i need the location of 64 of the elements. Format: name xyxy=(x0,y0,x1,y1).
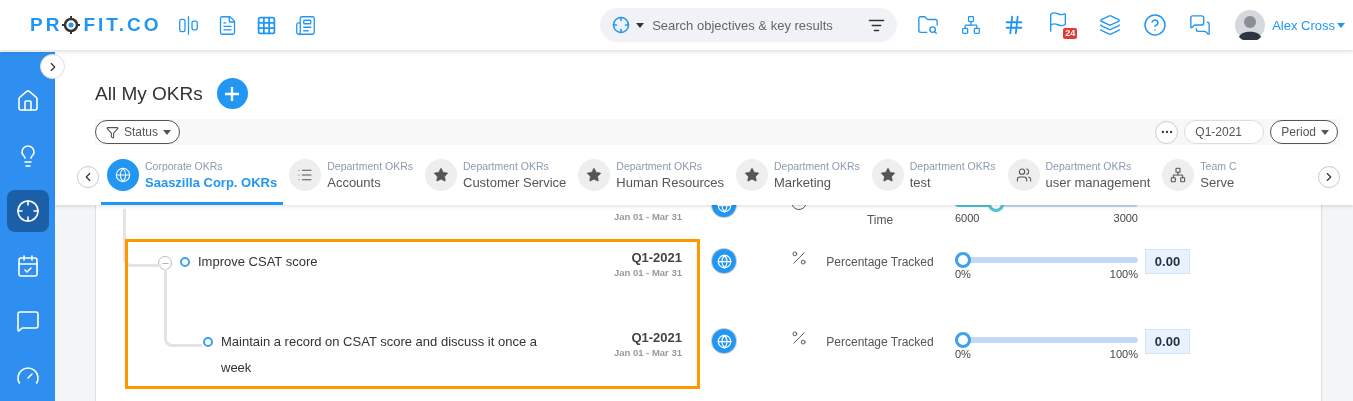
slider-thumb[interactable] xyxy=(955,252,971,268)
folder-search-icon[interactable] xyxy=(917,14,940,36)
progress-value[interactable]: 0.00 xyxy=(1145,329,1190,354)
target-icon[interactable] xyxy=(6,190,49,232)
list-icon xyxy=(289,159,322,191)
period-label: Q1-2021 xyxy=(631,250,682,265)
range-min: 0% xyxy=(955,348,971,360)
range-max: 3000 xyxy=(1113,212,1138,224)
search-field[interactable]: Search objectives & key results xyxy=(600,8,898,42)
user-avatar[interactable] xyxy=(1235,10,1266,40)
globe-icon xyxy=(712,329,736,353)
help-icon[interactable] xyxy=(1143,13,1168,37)
globe-icon xyxy=(107,159,139,191)
okr-tab[interactable]: Department OKRs Customer Service xyxy=(419,148,573,205)
add-button[interactable] xyxy=(216,78,248,109)
progress-slider[interactable] xyxy=(955,252,1138,268)
page-title: All My OKRs xyxy=(95,82,203,105)
range-min: 6000 xyxy=(955,212,980,224)
objective-title[interactable]: Improve CSAT score xyxy=(198,249,528,309)
metric-type: Percentage Tracked xyxy=(825,334,935,349)
date-range: Jan 01 - Mar 31 xyxy=(613,347,682,358)
period-label: Q1-2021 xyxy=(631,330,682,345)
okr-tab[interactable]: Department OKRs Accounts xyxy=(283,148,419,205)
okr-tab[interactable]: Department OKRs Marketing xyxy=(729,148,866,205)
grid-icon[interactable] xyxy=(256,14,277,36)
okr-tab[interactable]: Department OKRs test xyxy=(865,148,1002,205)
progress-slider[interactable] xyxy=(955,332,1138,348)
collapse-toggle[interactable] xyxy=(158,256,172,270)
scroll-right-button[interactable] xyxy=(1318,165,1340,188)
range-max: 100% xyxy=(1109,268,1138,280)
progress-value[interactable]: 0.00 xyxy=(1145,249,1190,274)
range-max: 100% xyxy=(1109,348,1138,360)
okr-tab[interactable]: Department OKRs Human Resources xyxy=(572,148,730,205)
period-dropdown[interactable]: Period xyxy=(1270,120,1338,144)
people-icon xyxy=(1007,159,1040,191)
okr-tab[interactable]: Department OKRs user management xyxy=(1001,148,1157,205)
status-dot xyxy=(180,257,190,267)
align-icon[interactable] xyxy=(178,14,199,36)
date-range: Jan 01 - Mar 31 xyxy=(613,211,682,222)
plus-icon xyxy=(223,84,242,103)
metric-type: Time xyxy=(865,212,895,227)
date-range: Jan 01 - Mar 31 xyxy=(613,267,682,278)
filter-icon xyxy=(106,125,119,139)
search-input[interactable]: Search objectives & key results xyxy=(650,16,863,34)
network-icon xyxy=(1162,159,1195,191)
notification-badge: 24 xyxy=(1063,28,1078,39)
period-field[interactable]: Q1-2021 xyxy=(1184,120,1265,144)
document-icon[interactable] xyxy=(217,14,238,36)
caret-icon[interactable] xyxy=(636,22,645,28)
range-min: 0% xyxy=(955,268,971,280)
newspaper-icon[interactable] xyxy=(295,14,316,36)
objective-title[interactable]: Maintain a record on CSAT score and discuss it once a week xyxy=(221,329,551,389)
more-button[interactable] xyxy=(1155,120,1179,144)
okr-tab[interactable]: Team C Serve xyxy=(1156,148,1243,205)
status-filter[interactable]: Status xyxy=(95,120,181,144)
globe-icon xyxy=(712,249,736,273)
target-icon[interactable] xyxy=(612,16,631,34)
status-dot xyxy=(203,337,213,347)
layers-icon[interactable] xyxy=(1099,14,1122,36)
network-icon[interactable] xyxy=(961,15,982,35)
metric-type: Percentage Tracked xyxy=(825,254,935,269)
slider-thumb[interactable] xyxy=(955,332,971,348)
chat-icon[interactable] xyxy=(1189,14,1212,36)
scroll-left-button[interactable] xyxy=(77,165,99,188)
